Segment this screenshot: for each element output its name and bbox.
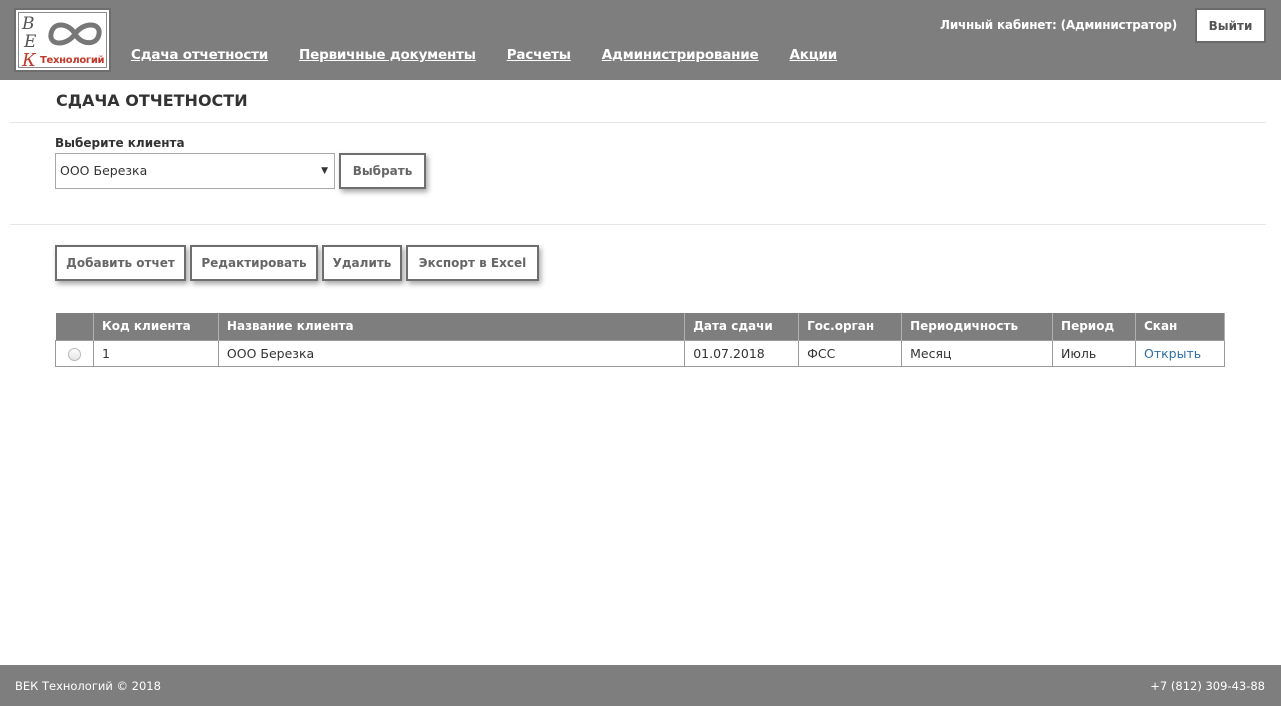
client-select-label: Выберите клиента <box>55 136 185 150</box>
logout-button[interactable]: Выйти <box>1195 8 1266 43</box>
row-select-cell <box>55 339 94 367</box>
page-title: СДАЧА ОТЧЕТНОСТИ <box>56 91 248 110</box>
column-header-frequency[interactable]: Периодичность <box>901 313 1054 340</box>
add-report-button[interactable]: Добавить отчет <box>55 245 186 281</box>
client-select[interactable]: ООО Березка ▼ <box>55 153 335 189</box>
nav-promotions[interactable]: Акции <box>790 47 838 63</box>
cell-submit-date: 01.07.2018 <box>684 339 800 367</box>
open-scan-link[interactable]: Открыть <box>1144 346 1201 361</box>
table-row[interactable]: 1 ООО Березка 01.07.2018 ФСС Месяц Июль … <box>55 339 1225 367</box>
logo-text: Технологий <box>40 55 105 66</box>
chevron-down-icon: ▼ <box>321 166 328 176</box>
delete-report-button[interactable]: Удалить <box>322 245 402 281</box>
row-radio-button[interactable] <box>67 347 81 361</box>
column-header-select <box>55 313 94 340</box>
select-client-button[interactable]: Выбрать <box>339 153 426 189</box>
cell-agency: ФСС <box>798 339 903 367</box>
edit-report-button[interactable]: Редактировать <box>190 245 318 281</box>
cell-scan: Открыть <box>1135 339 1225 367</box>
cell-client-code: 1 <box>92 339 219 367</box>
user-account-label[interactable]: Личный кабинет: (Администратор) <box>940 18 1177 32</box>
footer-phone: +7 (812) 309-43-88 <box>1150 679 1265 693</box>
column-header-period[interactable]: Период <box>1052 313 1136 340</box>
column-header-scan[interactable]: Скан <box>1135 313 1225 340</box>
cell-period: Июль <box>1052 339 1136 367</box>
main-nav: Сдача отчетности Первичные документы Рас… <box>131 47 868 63</box>
nav-reporting[interactable]: Сдача отчетности <box>131 47 268 63</box>
column-header-agency[interactable]: Гос.орган <box>798 313 903 340</box>
logo-frame: В Е К Технологий <box>18 12 107 71</box>
title-divider <box>10 122 1266 123</box>
column-header-client-code[interactable]: Код клиента <box>93 313 219 340</box>
logo-letter-v: В <box>22 14 35 34</box>
column-header-client-name[interactable]: Название клиента <box>218 313 686 340</box>
nav-administration[interactable]: Администрирование <box>602 47 759 63</box>
footer-copyright: ВЕК Технологий © 2018 <box>15 679 161 693</box>
infinity-icon <box>48 22 102 46</box>
client-select-value: ООО Березка <box>60 163 148 178</box>
page-footer: ВЕК Технологий © 2018 +7 (812) 309-43-88 <box>0 665 1281 706</box>
nav-primary-documents[interactable]: Первичные документы <box>299 47 476 63</box>
logo-letter-k: К <box>22 50 36 71</box>
logo-letter-e: Е <box>24 32 37 52</box>
cell-client-name: ООО Березка <box>217 339 686 367</box>
column-header-submit-date[interactable]: Дата сдачи <box>684 313 800 340</box>
table-header-row: Код клиента Название клиента Дата сдачи … <box>55 313 1225 340</box>
cell-frequency: Месяц <box>901 339 1054 367</box>
top-header: В Е К Технологий Сдача отчетности Первич… <box>0 0 1281 80</box>
filter-divider <box>10 224 1266 225</box>
export-excel-button[interactable]: Экспорт в Excel <box>406 245 539 281</box>
nav-payments[interactable]: Расчеты <box>507 47 571 63</box>
company-logo[interactable]: В Е К Технологий <box>14 8 111 72</box>
reports-table: Код клиента Название клиента Дата сдачи … <box>55 313 1225 367</box>
